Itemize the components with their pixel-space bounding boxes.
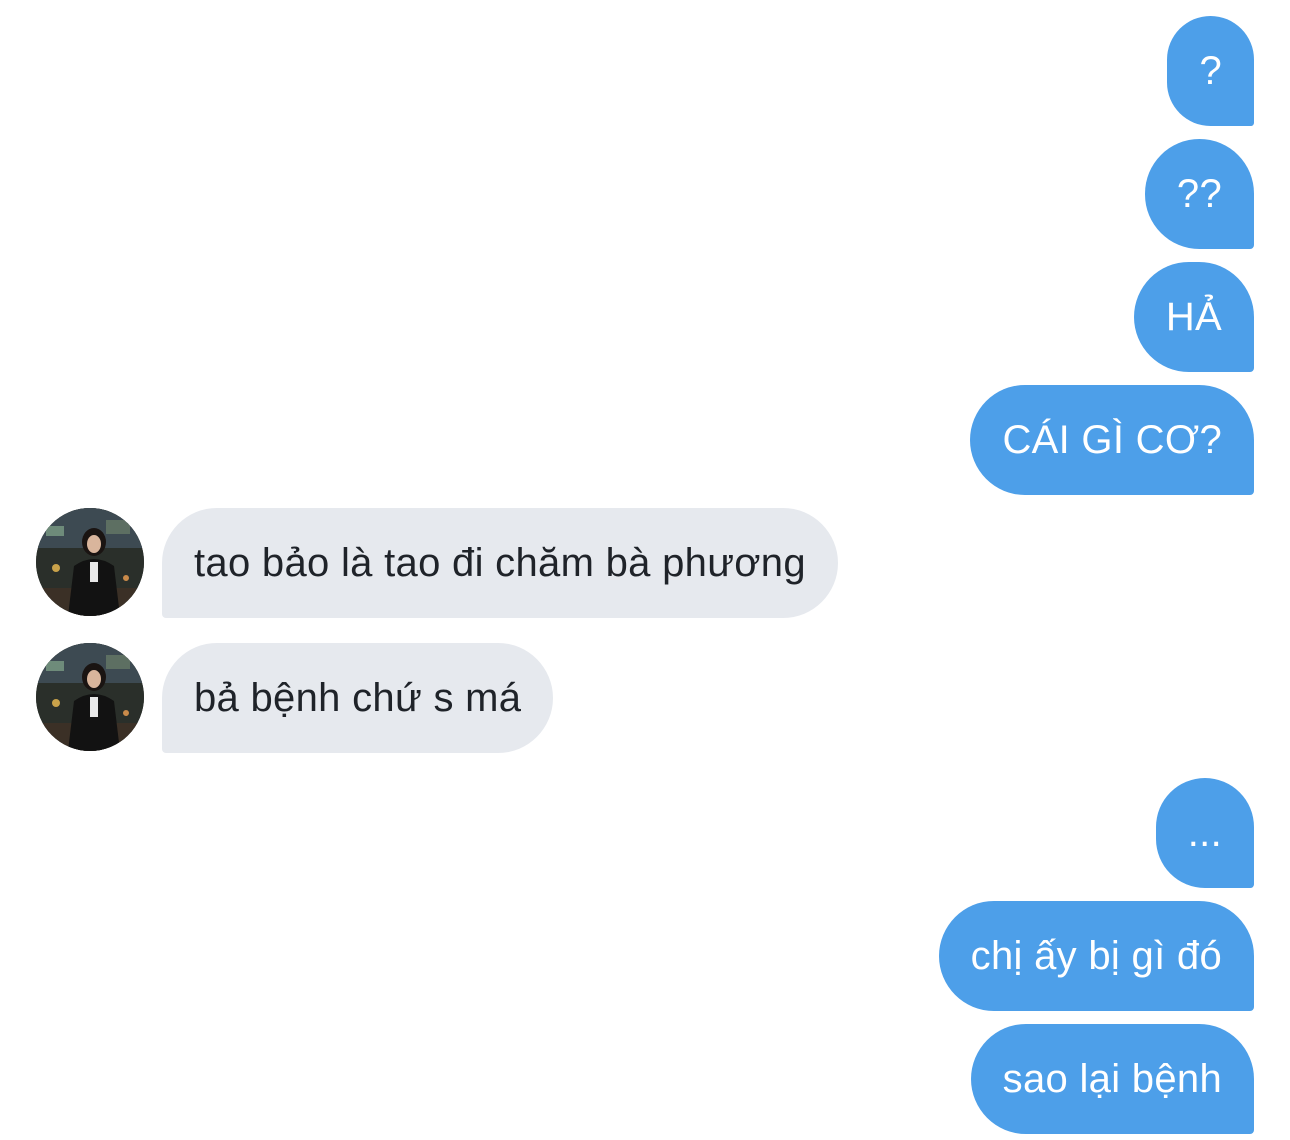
outgoing-message-bubble[interactable]: CÁI GÌ CƠ? — [970, 385, 1254, 495]
contact-avatar[interactable] — [36, 508, 144, 616]
message-row-outgoing: ? — [0, 16, 1290, 126]
outgoing-message-bubble[interactable]: ? — [1167, 16, 1254, 126]
outgoing-message-bubble[interactable]: chị ấy bị gì đó — [938, 901, 1254, 1011]
message-text: tao bảo là tao đi chăm bà phương — [194, 540, 806, 585]
message-row-outgoing: chị ấy bị gì đó — [0, 901, 1290, 1011]
message-row-outgoing: ?? — [0, 139, 1290, 249]
message-text: ? — [1199, 48, 1222, 93]
message-row-incoming: tao bảo là tao đi chăm bà phương — [0, 508, 1290, 618]
outgoing-message-bubble[interactable]: ?? — [1144, 139, 1254, 249]
message-row-outgoing: ... — [0, 778, 1290, 888]
message-row-outgoing: CÁI GÌ CƠ? — [0, 385, 1290, 495]
outgoing-message-bubble[interactable]: sao lại bệnh — [970, 1024, 1254, 1134]
message-text: ... — [1187, 810, 1222, 855]
avatar-photo-icon — [36, 508, 144, 616]
contact-avatar[interactable] — [36, 643, 144, 751]
message-row-outgoing: HẢ — [0, 262, 1290, 372]
message-text: sao lại bệnh — [1002, 1056, 1222, 1101]
outgoing-message-bubble[interactable]: ... — [1155, 778, 1254, 888]
incoming-message-bubble[interactable]: tao bảo là tao đi chăm bà phương — [162, 508, 838, 618]
avatar-photo-icon — [36, 643, 144, 751]
message-text: CÁI GÌ CƠ? — [1002, 417, 1222, 462]
incoming-message-bubble[interactable]: bả bệnh chứ s má — [162, 643, 554, 753]
message-row-outgoing: sao lại bệnh — [0, 1024, 1290, 1134]
message-text: chị ấy bị gì đó — [970, 933, 1222, 978]
message-text: bả bệnh chứ s má — [194, 675, 522, 720]
message-text: ?? — [1176, 171, 1222, 216]
message-row-incoming: bả bệnh chứ s má — [0, 643, 1290, 753]
message-text: HẢ — [1165, 294, 1222, 339]
chat-thread: ? ?? HẢ CÁI GÌ CƠ? tao bảo là tao đi chă… — [0, 0, 1290, 1140]
outgoing-message-bubble[interactable]: HẢ — [1133, 262, 1254, 372]
